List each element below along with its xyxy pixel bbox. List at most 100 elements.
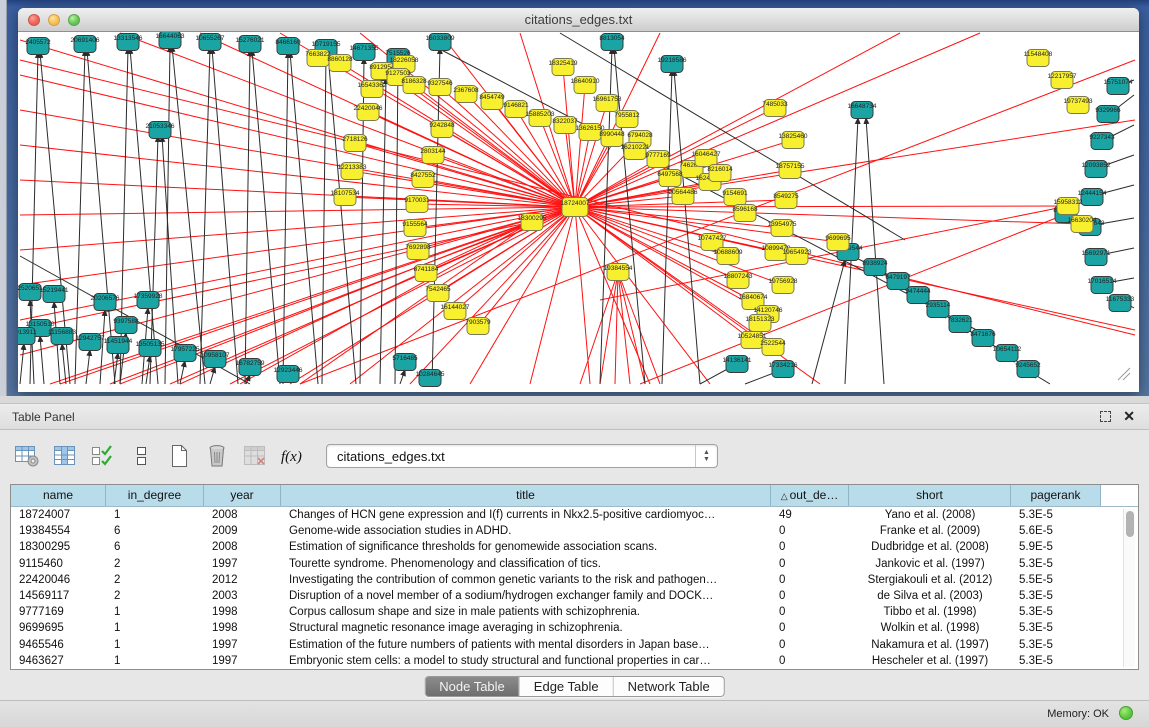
graph-node-11675333[interactable]: 11675333 — [1106, 295, 1135, 312]
table-scrollbar-thumb[interactable] — [1126, 511, 1134, 537]
graph-node-16543362[interactable]: 16543362 — [358, 81, 387, 98]
graph-node-13313546[interactable]: 13313546 — [114, 34, 143, 51]
graph-node-18757155[interactable]: 18757155 — [776, 162, 805, 179]
graph-node-2522544[interactable]: 2522544 — [760, 339, 786, 356]
graph-node-22420046[interactable]: 22420046 — [354, 104, 383, 121]
graph-node-2718126[interactable]: 2718126 — [342, 135, 368, 152]
graph-node-9474444[interactable]: 9474444 — [905, 287, 931, 304]
graph-node-19654923[interactable]: 19654923 — [783, 248, 812, 265]
graph-node-19737493[interactable]: 19737493 — [1064, 97, 1093, 114]
graph-node-15276021[interactable]: 15276021 — [236, 36, 265, 53]
graph-node-18807243[interactable]: 18807243 — [724, 272, 753, 289]
graph-node-15692971[interactable]: 15692971 — [1082, 249, 1111, 266]
graph-node-17359928[interactable]: 17359928 — [134, 292, 163, 309]
graph-node-16046427[interactable]: 16046427 — [692, 150, 721, 167]
column-header-name[interactable]: name — [11, 485, 106, 506]
show-columns-icon[interactable] — [50, 441, 80, 471]
graph-node-8454749[interactable]: 8454749 — [479, 93, 505, 110]
graph-node-8427552[interactable]: 8427552 — [410, 171, 436, 188]
tab-network-table[interactable]: Network Table — [614, 677, 724, 696]
graph-node-11156883[interactable]: 11156883 — [48, 328, 76, 345]
table-row[interactable]: 1456911722003Disruption of a novel membe… — [11, 588, 1119, 604]
graph-node-12093852[interactable]: 12093852 — [1082, 161, 1111, 178]
graph-node-18640910[interactable]: 18640910 — [571, 77, 600, 94]
graph-node-2935114[interactable]: 2935114 — [926, 301, 951, 318]
close-panel-icon[interactable]: ✕ — [1123, 408, 1135, 425]
graph-node-18151323[interactable]: 18151323 — [746, 315, 775, 332]
column-header-title[interactable]: title — [281, 485, 771, 506]
graph-node-14136141[interactable]: 14136141 — [723, 356, 752, 373]
graph-node-5716485[interactable]: 5716485 — [392, 354, 418, 371]
graph-node-8549275[interactable]: 8549275 — [773, 192, 799, 209]
table-row[interactable]: 946362711997Embryonic stem cells: a mode… — [11, 653, 1119, 669]
column-header-short[interactable]: short — [849, 485, 1011, 506]
graph-node-8471676[interactable]: 8471676 — [970, 330, 996, 347]
table-row[interactable]: 1872400712008Changes of HCN gene express… — [11, 507, 1119, 523]
delete-table-icon[interactable] — [202, 441, 232, 471]
select-columns-icon[interactable] — [88, 441, 118, 471]
graph-node-16144027[interactable]: 16144027 — [441, 303, 470, 320]
graph-node-8938924[interactable]: 8938924 — [862, 259, 888, 276]
graph-node-16630204[interactable]: 16630204 — [1068, 216, 1097, 233]
new-table-icon[interactable] — [164, 441, 194, 471]
graph-node-8596168[interactable]: 8596168 — [732, 205, 758, 222]
graph-node-15219441[interactable]: 15219441 — [40, 286, 69, 303]
panel-splitter[interactable]: ▴▾ — [0, 396, 1149, 404]
graph-node-20691406[interactable]: 20691406 — [71, 36, 100, 53]
table-scrollbar[interactable] — [1123, 509, 1135, 667]
table-selector-dropdown[interactable]: citations_edges.txt ▲▼ — [326, 444, 718, 468]
graph-node-9327546[interactable]: 9327546 — [427, 79, 453, 96]
graph-node-18300295[interactable]: 18300295 — [518, 214, 547, 231]
graph-node-9242848[interactable]: 9242848 — [429, 121, 455, 138]
graph-node-8741184[interactable]: 8741184 — [414, 265, 439, 282]
table-row[interactable]: 2242004622012Investigating the contribut… — [11, 572, 1119, 588]
graph-node-16782759[interactable]: 16782759 — [236, 359, 265, 376]
graph-node-9245652[interactable]: 9245652 — [1015, 361, 1041, 378]
graph-node-6497568[interactable]: 6497568 — [657, 170, 683, 187]
graph-node-14671355[interactable]: 14671355 — [350, 44, 379, 61]
table-row[interactable]: 969969511998Structural magnetic resonanc… — [11, 620, 1119, 636]
graph-node-7903579[interactable]: 7903579 — [465, 318, 491, 335]
graph-node-16644063[interactable]: 16644063 — [156, 32, 185, 49]
graph-node-10654112[interactable]: 10654112 — [993, 345, 1022, 362]
graph-node-15885203[interactable]: 15885203 — [526, 110, 555, 127]
graph-node-11548408[interactable]: 11548408 — [1024, 50, 1053, 67]
graph-node-13954975[interactable]: 13954975 — [768, 220, 797, 237]
column-header-pagerank[interactable]: pagerank — [1011, 485, 1101, 506]
graph-node-15958312[interactable]: 15958312 — [1054, 198, 1083, 215]
table-row[interactable]: 1830029562008Estimation of significance … — [11, 539, 1119, 555]
graph-node-9777169[interactable]: 9777169 — [645, 151, 671, 168]
function-builder-icon[interactable]: f(x) — [278, 441, 308, 471]
table-row[interactable]: 911546021997Tourette syndrome. Phenomeno… — [11, 556, 1119, 572]
graph-node-20206576[interactable]: 20206576 — [91, 294, 120, 311]
graph-node-9154691[interactable]: 9154691 — [722, 189, 748, 206]
graph-node-8813054[interactable]: 8813054 — [599, 34, 625, 51]
column-header-in_degree[interactable]: in_degree — [106, 485, 204, 506]
graph-node-7955812[interactable]: 7955812 — [614, 111, 640, 128]
table-settings-icon[interactable] — [12, 441, 42, 471]
graph-node-15751074[interactable]: 15751074 — [1104, 78, 1133, 95]
tab-node-table[interactable]: Node Table — [425, 677, 520, 696]
graph-node-21053346[interactable]: 21053346 — [146, 122, 175, 139]
graph-node-19756928[interactable]: 19756928 — [769, 277, 798, 294]
network-window-titlebar[interactable]: citations_edges.txt — [18, 8, 1139, 32]
network-canvas[interactable]: 2405572206914061331354616644063106552671… — [18, 32, 1139, 392]
graph-node-9329966[interactable]: 9329966 — [1095, 106, 1121, 123]
graph-node-11451944[interactable]: 11451944 — [104, 337, 133, 354]
memory-status-indicator[interactable] — [1119, 706, 1133, 720]
graph-node-10688609[interactable]: 10688609 — [714, 248, 743, 265]
graph-node-9227343[interactable]: 9227343 — [1089, 133, 1115, 150]
graph-node-7485033[interactable]: 7485033 — [762, 100, 788, 117]
graph-node-6479197[interactable]: 6479197 — [885, 273, 911, 290]
graph-node-18107534[interactable]: 18107534 — [331, 189, 360, 206]
column-header-year[interactable]: year — [204, 485, 281, 506]
graph-node-9397588[interactable]: 9397588 — [113, 317, 139, 334]
graph-node-8860128[interactable]: 8860128 — [327, 55, 353, 72]
graph-node-12217957[interactable]: 12217957 — [1048, 72, 1077, 89]
graph-node-20564486[interactable]: 20564486 — [669, 188, 698, 205]
graph-node-16648734[interactable]: 16648734 — [848, 102, 877, 119]
graph-node-8466160[interactable]: 8466160 — [275, 38, 301, 55]
graph-node-10958107[interactable]: 10958107 — [201, 351, 230, 368]
graph-node-8216014[interactable]: 8216014 — [707, 165, 733, 182]
graph-node-12923446[interactable]: 12923446 — [274, 366, 303, 383]
